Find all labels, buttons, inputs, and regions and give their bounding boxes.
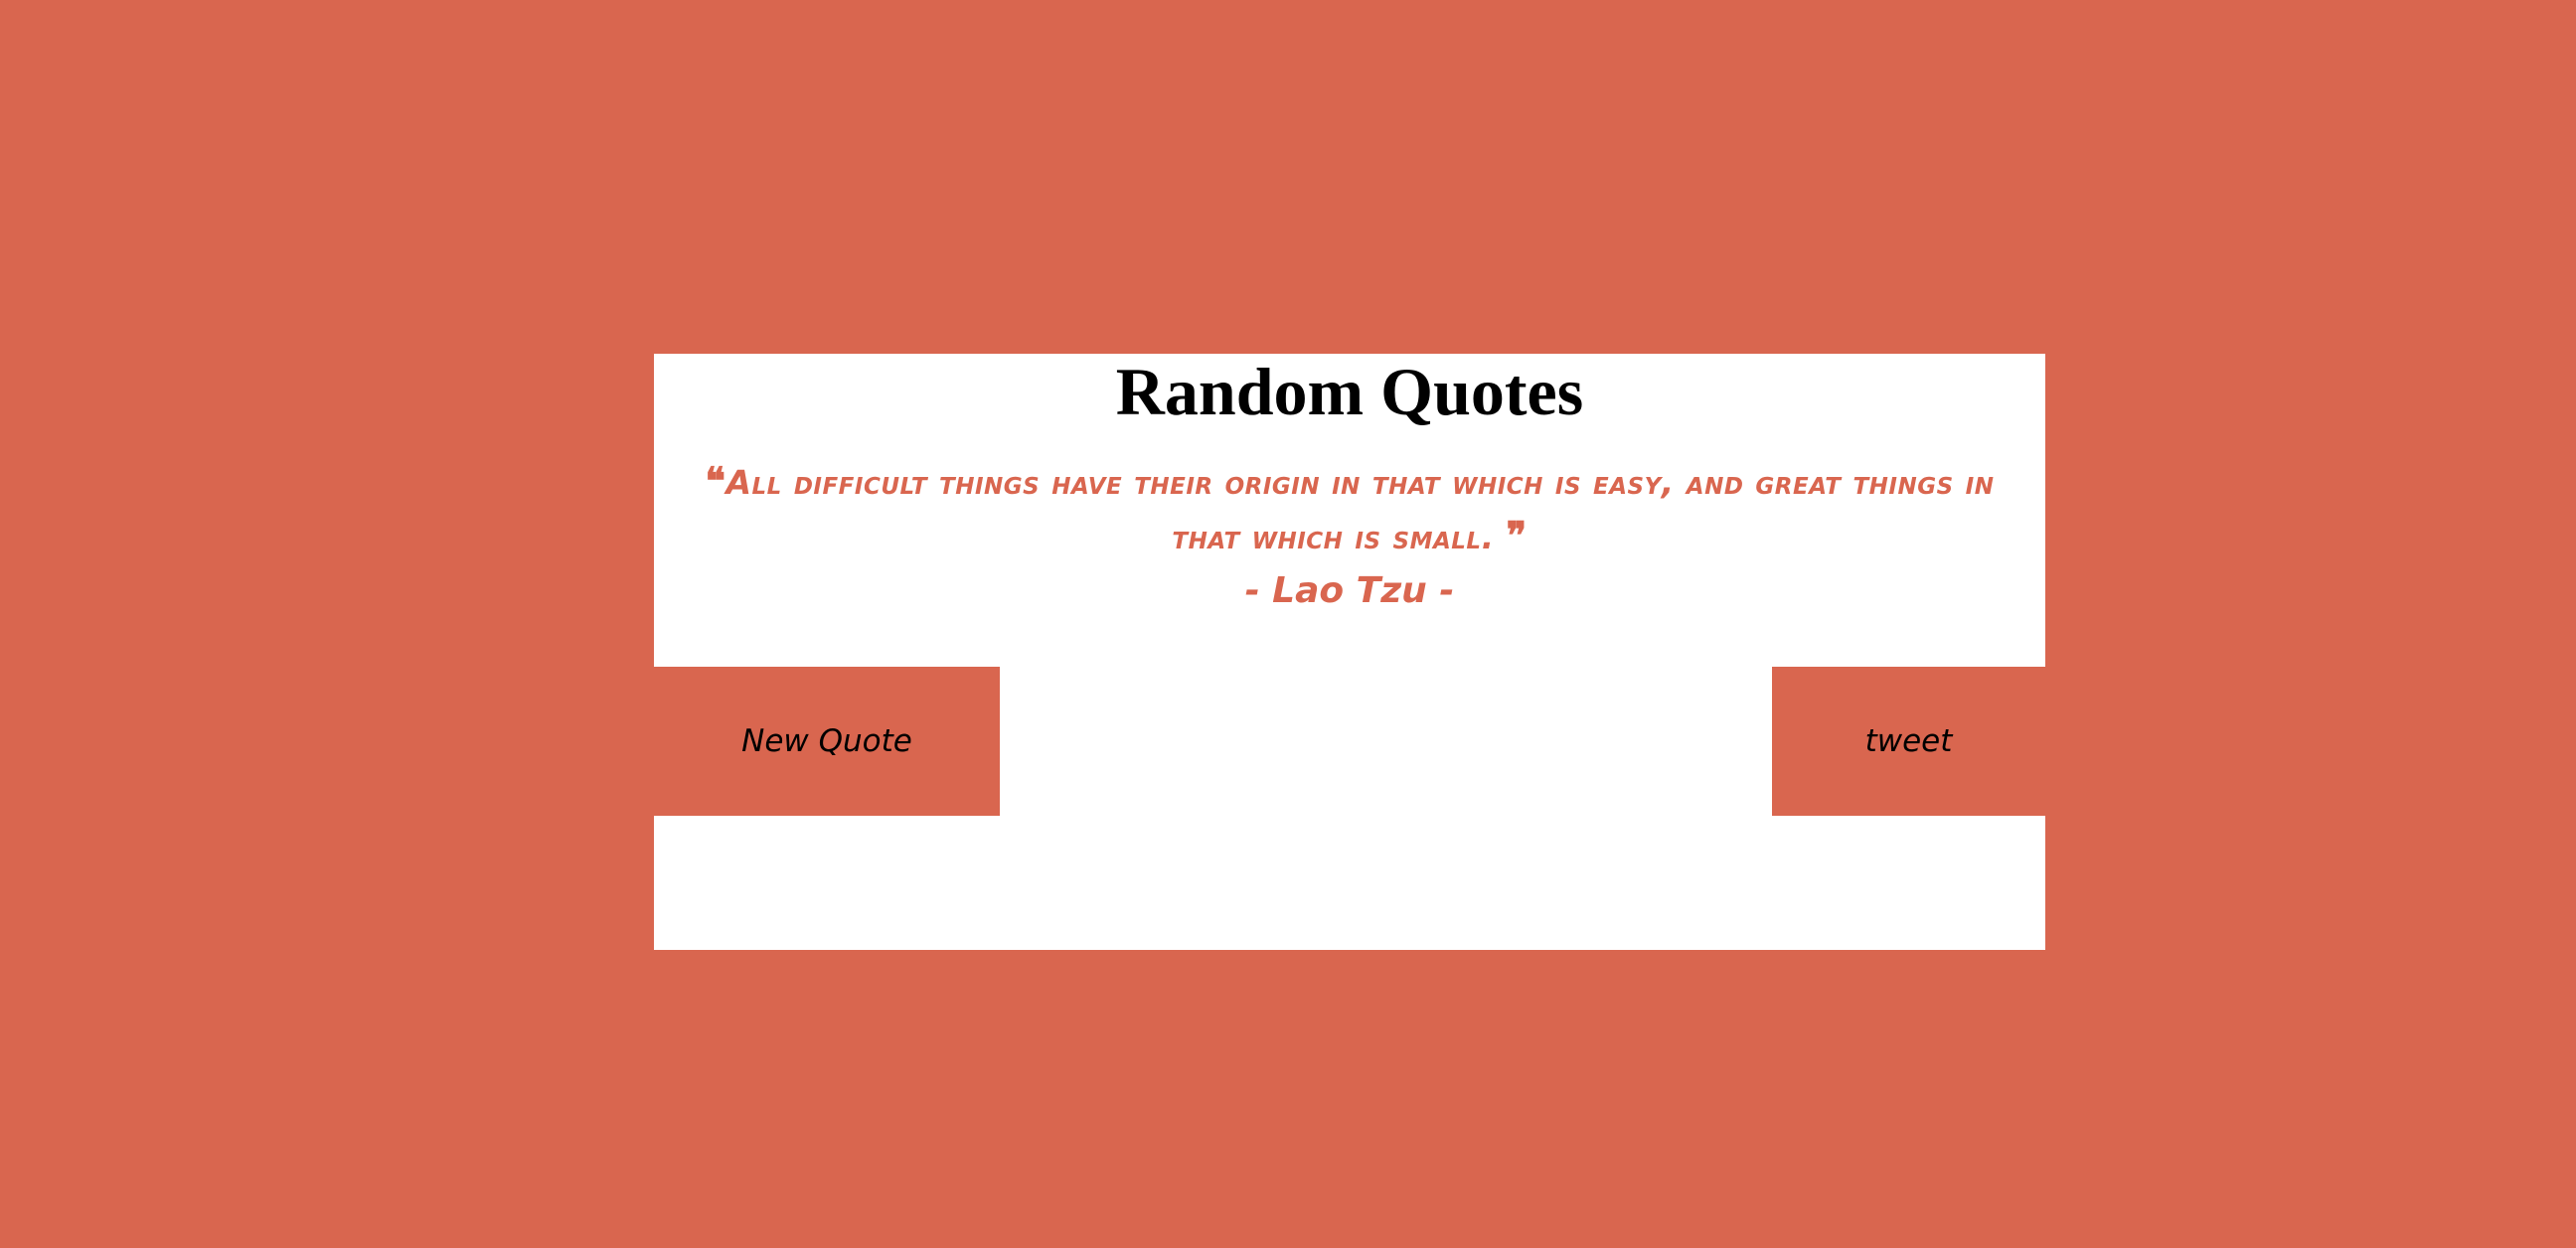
page-background: { "app": { "title": "Random Quotes" }, "… <box>0 0 2576 1248</box>
tweet-button[interactable]: tweet <box>1772 667 2045 816</box>
quote-block: ❝All difficult things have their origin … <box>654 455 2045 618</box>
new-quote-button[interactable]: New Quote <box>654 667 1000 816</box>
quote-author: - Lao Tzu - <box>1244 570 1455 611</box>
quote-card: Random Quotes ❝All difficult things have… <box>654 354 2045 950</box>
page-title: Random Quotes <box>1115 354 1584 429</box>
quote-text-line: ❝All difficult things have their origin … <box>654 455 2045 564</box>
close-quote-icon: ❞ <box>1506 516 1528 557</box>
quote-text: All difficult things have their origin i… <box>725 463 1995 556</box>
open-quote-icon: ❝ <box>705 461 726 503</box>
